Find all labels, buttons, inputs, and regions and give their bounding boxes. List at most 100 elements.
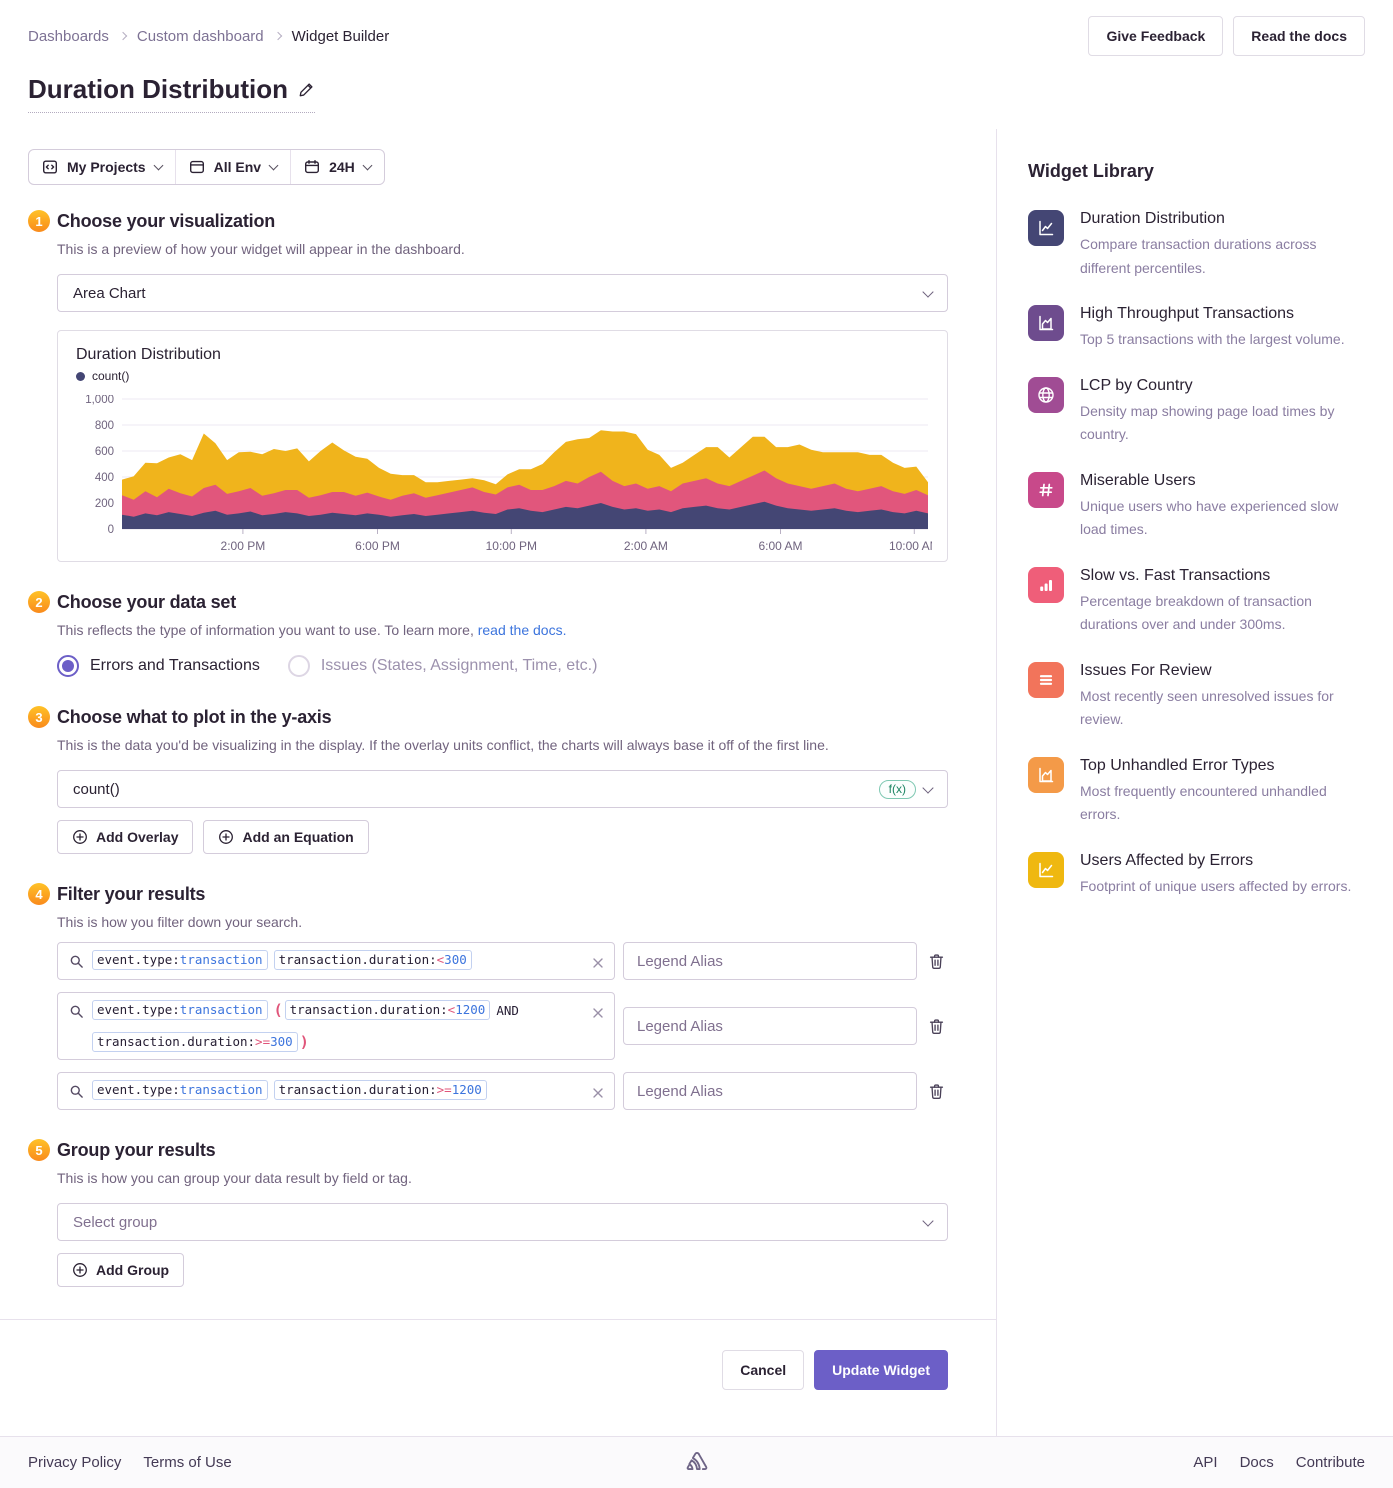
contribute-link[interactable]: Contribute: [1296, 1454, 1365, 1471]
widget-library-item-title: High Throughput Transactions: [1080, 305, 1345, 323]
clear-filter-icon[interactable]: [592, 1086, 604, 1104]
chevron-right-icon: [119, 32, 127, 40]
legend-alias-input[interactable]: [623, 1007, 917, 1045]
search-tokens: event.type:transaction transaction.durati…: [84, 1073, 592, 1107]
update-widget-button[interactable]: Update Widget: [814, 1350, 948, 1390]
page-title: Duration Distribution: [28, 74, 315, 113]
delete-filter-button[interactable]: [925, 1080, 948, 1103]
search-token[interactable]: transaction.duration:>=300: [92, 1032, 298, 1052]
search-filter-input[interactable]: event.type:transaction transaction.durati…: [57, 942, 615, 980]
delete-filter-button[interactable]: [925, 950, 948, 973]
visualization-type-select[interactable]: Area Chart: [57, 274, 948, 312]
add-group-button[interactable]: Add Group: [57, 1253, 184, 1287]
radio-label: Issues (States, Assignment, Time, etc.): [321, 657, 598, 675]
search-icon: [69, 1084, 84, 1104]
time-range-filter[interactable]: 24H: [290, 150, 384, 184]
step-visualization-subtitle: This is a preview of how your widget wil…: [57, 241, 948, 257]
search-token[interactable]: transaction.duration:<300: [274, 950, 472, 970]
filter-rows: event.type:transaction transaction.durati…: [57, 942, 948, 1110]
widget-library-item-title: Miserable Users: [1080, 472, 1365, 490]
search-filter-input[interactable]: event.type:transaction(transaction.durat…: [57, 992, 615, 1060]
search-token[interactable]: transaction.duration:>=1200: [274, 1080, 487, 1100]
search-token[interactable]: transaction.duration:<1200: [285, 1000, 491, 1020]
widget-library-item[interactable]: Miserable Users Unique users who have exp…: [1028, 472, 1365, 542]
filter-row: event.type:transaction transaction.durati…: [57, 1072, 948, 1110]
area-chart-icon: [1028, 757, 1064, 793]
widget-library-item-title: Slow vs. Fast Transactions: [1080, 567, 1365, 585]
top-bar: Dashboards Custom dashboard Widget Build…: [0, 0, 1393, 56]
projects-filter[interactable]: My Projects: [29, 150, 175, 184]
function-badge: f(x): [879, 780, 916, 799]
y-axis-field-select[interactable]: count() f(x): [57, 770, 948, 808]
privacy-policy-link[interactable]: Privacy Policy: [28, 1454, 121, 1471]
plus-circle-icon: [218, 829, 234, 845]
step-group-title: Group your results: [57, 1140, 948, 1161]
widget-library-item-description: Compare transaction durations across dif…: [1080, 233, 1365, 280]
breadcrumb-widget-builder: Widget Builder: [292, 28, 390, 45]
step-filter: 4 Filter your results This is how you fi…: [28, 884, 948, 1110]
clear-filter-icon[interactable]: [592, 956, 604, 974]
read-the-docs-button[interactable]: Read the docs: [1233, 16, 1365, 56]
step-dataset-title: Choose your data set: [57, 592, 948, 613]
legend-alias-input[interactable]: [623, 1072, 917, 1110]
boolean-operator: AND: [496, 1003, 519, 1018]
widget-builder-main: My Projects All Env 24H 1 C: [0, 129, 997, 1436]
add-overlay-button[interactable]: Add Overlay: [57, 820, 193, 854]
read-the-docs-link[interactable]: read the docs.: [478, 622, 567, 638]
widget-library-item-description: Footprint of unique users affected by er…: [1080, 875, 1351, 899]
radio-label: Errors and Transactions: [90, 657, 260, 675]
search-token[interactable]: event.type:transaction: [92, 950, 268, 970]
page-footer: Privacy Policy Terms of Use API Docs Con…: [0, 1436, 1393, 1488]
clear-filter-icon[interactable]: [592, 1006, 604, 1024]
chevron-down-icon: [269, 161, 279, 171]
radio-errors-and-transactions[interactable]: Errors and Transactions: [57, 655, 260, 677]
give-feedback-button[interactable]: Give Feedback: [1088, 16, 1223, 56]
search-filter-input[interactable]: event.type:transaction transaction.durati…: [57, 1072, 615, 1110]
chevron-down-icon: [922, 782, 933, 793]
area-chart-icon: [1028, 305, 1064, 341]
terms-of-use-link[interactable]: Terms of Use: [143, 1454, 231, 1471]
add-equation-label: Add an Equation: [242, 829, 353, 845]
page-title-text: Duration Distribution: [28, 74, 288, 105]
search-tokens: event.type:transaction(transaction.durat…: [84, 993, 592, 1059]
page-filter-bar: My Projects All Env 24H: [28, 149, 385, 185]
widget-library-item[interactable]: Slow vs. Fast TransactionsPercentage bre…: [1028, 567, 1365, 637]
edit-pencil-icon[interactable]: [298, 81, 315, 98]
step-dataset: 2 Choose your data set This reflects the…: [28, 592, 948, 677]
chart-preview-panel: Duration Distribution count() 0200400600…: [57, 330, 948, 562]
svg-text:2:00 AM: 2:00 AM: [624, 539, 668, 553]
group-select[interactable]: Select group: [57, 1203, 948, 1241]
legend-alias-input[interactable]: [623, 942, 917, 980]
breadcrumb-dashboards[interactable]: Dashboards: [28, 28, 109, 45]
search-tokens: event.type:transaction transaction.durati…: [84, 943, 592, 977]
sentry-logo-icon[interactable]: [684, 1450, 710, 1476]
add-equation-button[interactable]: Add an Equation: [203, 820, 368, 854]
search-token[interactable]: event.type:transaction: [92, 1000, 268, 1020]
widget-library-item-description: Unique users who have experienced slow l…: [1080, 495, 1365, 542]
svg-text:800: 800: [95, 420, 114, 432]
radio-issues[interactable]: Issues (States, Assignment, Time, etc.): [288, 655, 598, 677]
docs-link[interactable]: Docs: [1240, 1454, 1274, 1471]
widget-library-sidebar: Widget Library Duration DistributionComp…: [997, 129, 1393, 1436]
radio-unselected-icon: [288, 655, 310, 677]
widget-library-item[interactable]: LCP by CountryDensity map showing page l…: [1028, 377, 1365, 447]
environment-filter[interactable]: All Env: [175, 150, 290, 184]
widget-library-item[interactable]: Duration DistributionCompare transaction…: [1028, 210, 1365, 280]
api-link[interactable]: API: [1193, 1454, 1217, 1471]
widget-library-item[interactable]: High Throughput TransactionsTop 5 transa…: [1028, 305, 1365, 352]
y-axis-field-value: count(): [73, 781, 120, 798]
svg-text:6:00 PM: 6:00 PM: [355, 539, 400, 553]
group-select-placeholder: Select group: [73, 1214, 157, 1231]
chart-legend[interactable]: count(): [76, 369, 933, 383]
search-icon: [69, 1004, 84, 1024]
svg-text:0: 0: [108, 524, 114, 536]
cancel-button[interactable]: Cancel: [722, 1350, 804, 1390]
widget-library-item[interactable]: Users Affected by ErrorsFootprint of uni…: [1028, 852, 1365, 899]
delete-filter-button[interactable]: [925, 1015, 948, 1038]
widget-library-item[interactable]: Top Unhandled Error TypesMost frequently…: [1028, 757, 1365, 827]
search-token[interactable]: event.type:transaction: [92, 1080, 268, 1100]
widget-library-item[interactable]: Issues For ReviewMost recently seen unre…: [1028, 662, 1365, 732]
widget-library-item-title: Top Unhandled Error Types: [1080, 757, 1365, 775]
environment-icon: [189, 159, 205, 175]
breadcrumb-custom-dashboard[interactable]: Custom dashboard: [137, 28, 264, 45]
